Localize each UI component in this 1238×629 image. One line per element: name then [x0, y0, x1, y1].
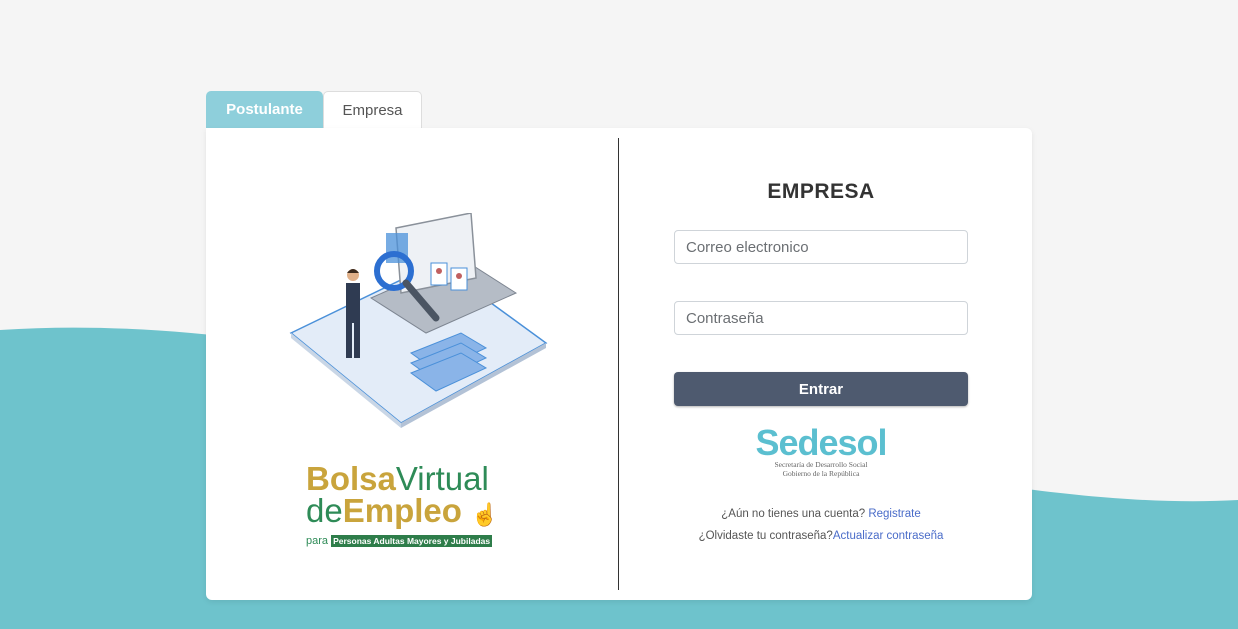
tab-postulante[interactable]: Postulante [206, 91, 323, 128]
pointer-hand-icon: ☝ [471, 502, 499, 527]
login-tabs: Postulante Empresa [206, 91, 422, 128]
logo-text-de: de [306, 492, 343, 529]
entrar-button[interactable]: Entrar [674, 372, 968, 406]
vertical-divider [618, 138, 619, 590]
update-password-link[interactable]: Actualizar contraseña [833, 530, 944, 542]
register-link[interactable]: Registrate [868, 508, 920, 520]
register-row: ¿Aún no tienes una cuenta? Registrate [646, 508, 996, 520]
sedesol-wordmark: Sedesol [755, 422, 887, 463]
sedesol-logo: Sedesol Secretaría de Desarrollo Social … [746, 422, 896, 482]
forgot-password-row: ¿Olvidaste tu contraseña?Actualizar cont… [646, 530, 996, 542]
login-card: BolsaVirtual deEmpleo ☝ para Personas Ad… [206, 128, 1032, 600]
tab-empresa[interactable]: Empresa [323, 91, 422, 128]
job-search-illustration [289, 213, 548, 428]
email-field[interactable] [674, 230, 968, 264]
form-title: EMPRESA [767, 180, 875, 203]
sedesol-subtitle-2: Gobierno de la República [782, 469, 860, 478]
logo-text-para: para [306, 535, 329, 547]
logo-text-tagline: Personas Adultas Mayores y Jubiladas [331, 535, 493, 547]
logo-text-empleo: Empleo [342, 492, 462, 529]
bolsa-empleo-logo: BolsaVirtual deEmpleo ☝ para Personas Ad… [306, 462, 531, 558]
register-prompt: ¿Aún no tienes una cuenta? [721, 508, 866, 520]
forgot-prompt: ¿Olvidaste tu contraseña? [698, 530, 833, 542]
password-field[interactable] [674, 301, 968, 335]
